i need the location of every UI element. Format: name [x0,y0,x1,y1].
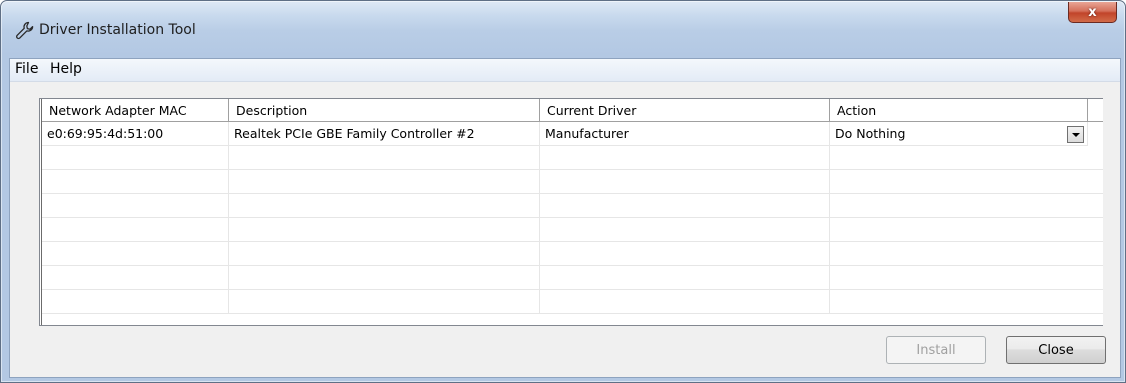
empty-cell [830,146,1103,170]
title-bar[interactable]: Driver Installation Tool x [1,1,1125,58]
empty-cell [540,194,830,218]
empty-cell [229,266,540,290]
action-select-value: Do Nothing [835,126,906,141]
empty-cell [830,170,1103,194]
empty-cell [830,266,1103,290]
menu-bar: File Help [10,59,1120,82]
column-header-description[interactable]: Description [229,99,540,122]
empty-cell [229,218,540,242]
empty-cell [42,146,229,170]
empty-cell [830,194,1103,218]
action-select[interactable]: Do Nothing [830,122,1088,146]
empty-cell [229,290,540,314]
close-icon: x [1088,4,1097,20]
cell-description[interactable]: Realtek PCIe GBE Family Controller #2 [229,122,540,146]
empty-cell [540,170,830,194]
empty-cell [540,290,830,314]
menu-file[interactable]: File [12,61,41,77]
empty-cell [540,242,830,266]
adapter-table[interactable]: Network Adapter MAC Description Current … [39,98,1103,326]
empty-cell [540,266,830,290]
empty-cell [42,290,229,314]
app-window: Driver Installation Tool x File Help Net… [0,0,1126,383]
close-button[interactable]: Close [1006,336,1106,364]
column-header-mac[interactable]: Network Adapter MAC [42,99,229,122]
install-button[interactable]: Install [886,336,986,364]
empty-cell [830,290,1103,314]
empty-cell [830,242,1103,266]
chevron-down-icon [1071,132,1080,137]
empty-cell [42,170,229,194]
empty-cell [540,146,830,170]
empty-cell [42,194,229,218]
cell-current-driver[interactable]: Manufacturer [540,122,830,146]
table-body: Network Adapter MAC Description Current … [41,99,1103,325]
window-close-button[interactable]: x [1068,2,1117,23]
empty-cell [42,242,229,266]
window-title: Driver Installation Tool [39,22,196,38]
empty-cell [229,146,540,170]
empty-cell [229,170,540,194]
action-dropdown-button[interactable] [1067,126,1084,143]
empty-cell [229,194,540,218]
column-header-filler [1088,99,1103,122]
empty-cell [830,218,1103,242]
cell-mac[interactable]: e0:69:95:4d:51:00 [42,122,229,146]
client-area: File Help Network Adapter MAC Descriptio… [9,58,1121,378]
empty-cell [42,266,229,290]
column-header-current-driver[interactable]: Current Driver [540,99,830,122]
empty-cell [42,218,229,242]
empty-cell [229,242,540,266]
wrench-icon [16,21,34,40]
column-header-action[interactable]: Action [830,99,1088,122]
menu-help[interactable]: Help [47,61,85,77]
empty-cell [540,218,830,242]
